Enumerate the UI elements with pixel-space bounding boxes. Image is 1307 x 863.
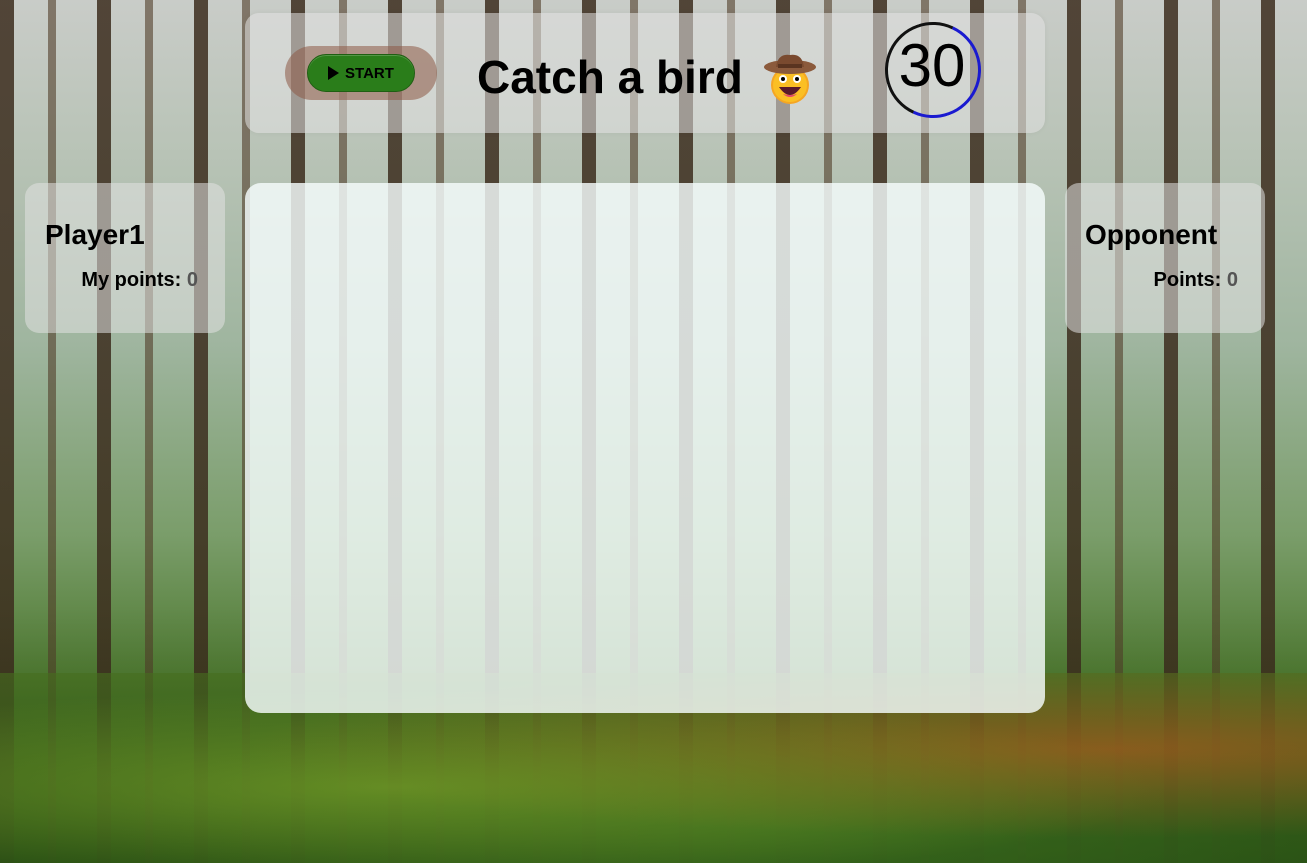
opponent-points-value: 0 bbox=[1226, 269, 1238, 291]
cowboy-hat-face-icon bbox=[764, 54, 816, 104]
opponent-panel: Opponent Points: 0 bbox=[1065, 183, 1265, 333]
countdown-timer: 30 bbox=[871, 8, 995, 132]
game-area[interactable] bbox=[245, 183, 1045, 713]
start-button-wrapper: START bbox=[285, 46, 437, 100]
game-title: Catch a bird bbox=[477, 51, 743, 103]
opponent-name: Opponent bbox=[1085, 219, 1218, 250]
player-points-label: My points: bbox=[81, 269, 182, 291]
start-button-label: START bbox=[345, 64, 394, 82]
player-panel: Player1 My points: 0 bbox=[25, 183, 225, 333]
player-points-value: 0 bbox=[186, 269, 198, 291]
opponent-points: Points: 0 bbox=[1154, 269, 1238, 292]
play-icon bbox=[328, 66, 340, 80]
player-name: Player1 bbox=[45, 219, 145, 250]
opponent-points-label: Points: bbox=[1153, 269, 1222, 291]
timer-value: 30 bbox=[898, 32, 966, 100]
player-points: My points: 0 bbox=[81, 269, 198, 292]
header-panel: START Catch a bird 30 bbox=[245, 8, 1045, 133]
start-button[interactable]: START bbox=[307, 54, 415, 92]
